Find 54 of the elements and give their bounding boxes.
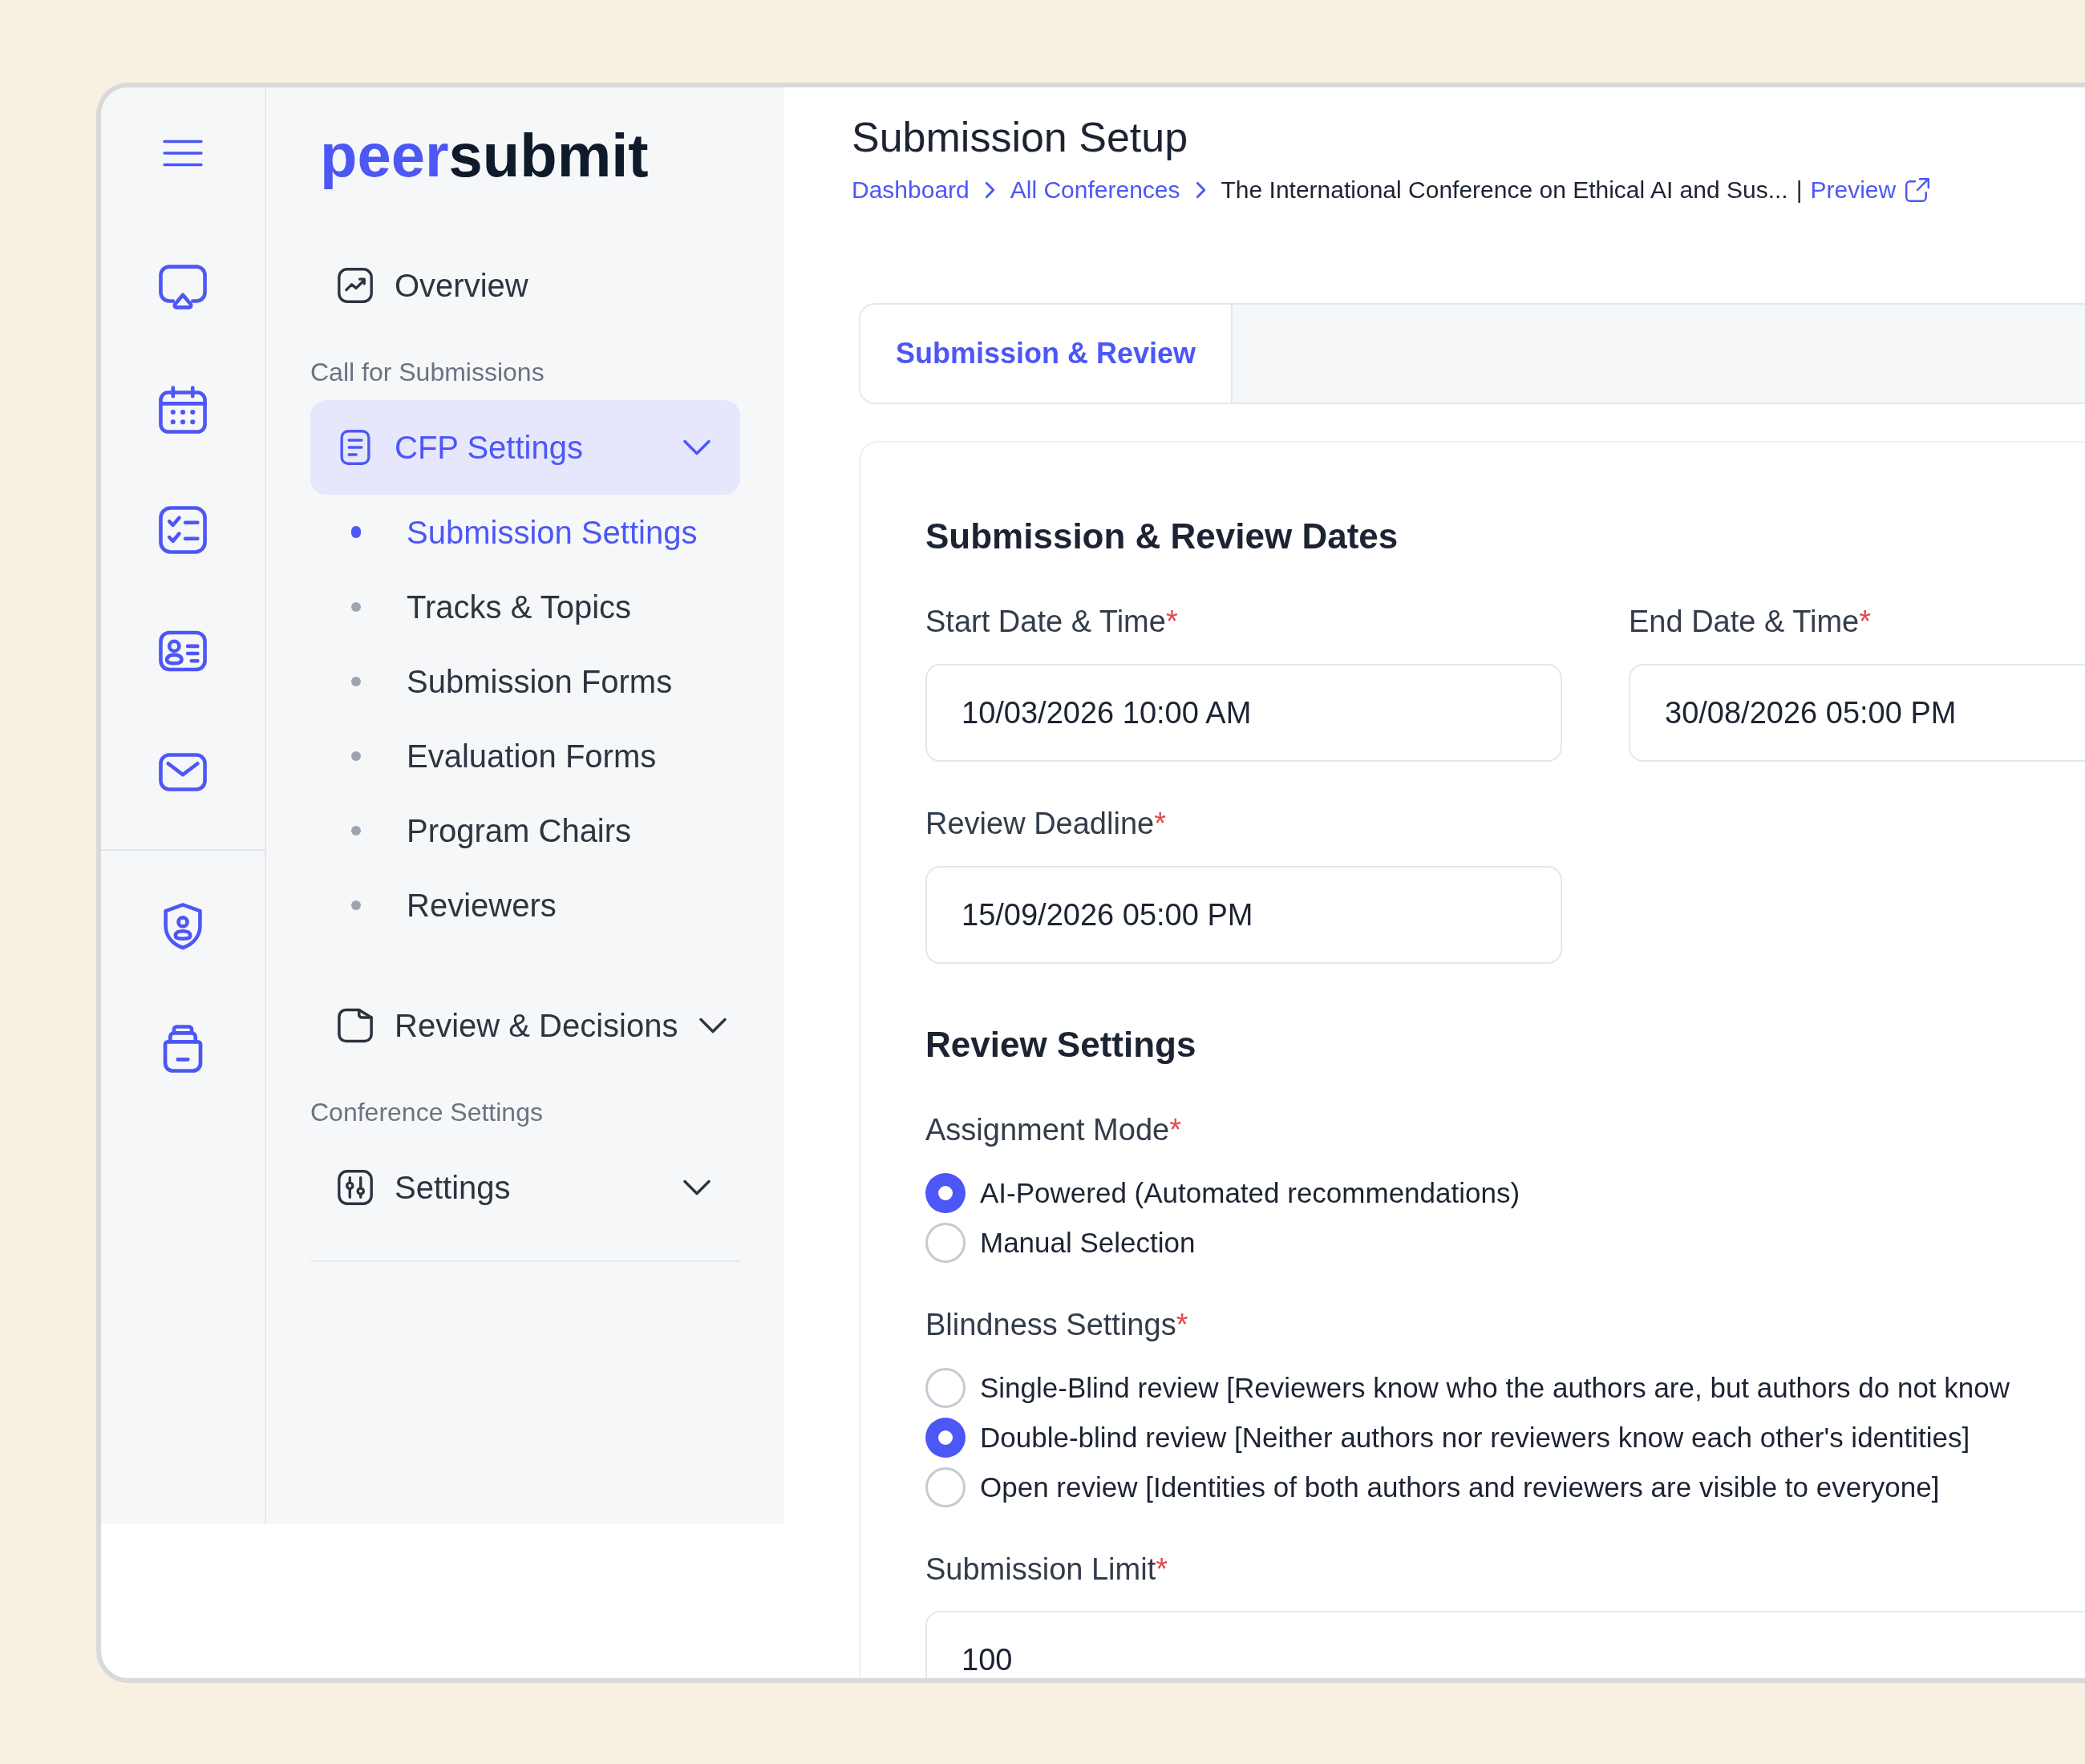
nav-group[interactable]: Review & Decisions [310,978,740,1073]
field-label: Start Date & Time* [925,604,1178,640]
submenu-item[interactable]: Reviewers [310,868,557,942]
field-label: End Date & Time* [1629,604,1872,640]
radio-button[interactable] [925,1467,966,1507]
file-icon[interactable] [338,1008,373,1043]
submenu-item[interactable]: Evaluation Forms [310,718,657,793]
chevron-down-icon[interactable] [699,1018,727,1034]
sliders-icon[interactable] [338,1170,373,1205]
chevron-right-icon[interactable] [985,181,994,198]
submenu-item[interactable]: Tracks & Topics [310,569,632,644]
radio-button[interactable] [925,1173,966,1213]
chevron-right-icon[interactable] [1196,181,1205,198]
text-input[interactable]: 30/08/2026 05:00 PM [1629,664,2085,762]
tab[interactable]: Submission & Review [860,305,1233,403]
submenu-item[interactable]: Program Chairs [310,793,632,868]
option-label: AI-Powered (Automated recommendations) [980,1176,1520,1210]
submenu-item[interactable]: Submission Settings [310,495,698,569]
preview-link[interactable]: Preview [1810,173,1897,206]
screen-icon[interactable] [159,263,207,311]
nav-item[interactable]: Overview [310,238,740,333]
page-title: Submission Setup [852,113,1188,162]
option-label: Single-Blind review [Reviewers know who the authors are, but authors do not know [980,1371,2010,1405]
checklist-icon[interactable] [159,506,207,554]
nav-group[interactable]: Settings [310,1140,740,1235]
field-label: Assignment Mode* [925,1112,1181,1148]
radio-button[interactable] [925,1368,966,1408]
chevron-down-icon[interactable] [683,1179,711,1196]
section-title: Review Settings [925,1024,1196,1066]
breadcrumb-link[interactable]: Dashboard [852,173,970,206]
option-label: Double-blind review [Neither authors nor reviewers know each other's identities] [980,1421,1970,1454]
section-heading: Call for Submissions [310,357,545,387]
option-label: Open review [Identities of both authors and reviewers are visible to everyone] [980,1471,1940,1504]
field-label: Review Deadline* [925,806,1166,842]
option-label: Manual Selection [980,1226,1196,1260]
submenu-item[interactable]: Submission Forms [310,644,673,718]
calendar-icon[interactable] [159,386,207,434]
document-icon[interactable] [338,430,373,465]
breadcrumb-separator: | [1796,176,1803,204]
chart-icon[interactable] [338,268,373,303]
radio-button[interactable] [925,1223,966,1263]
breadcrumb-current: The International Conference on Ethical AI and Sus... [1221,176,1788,204]
breadcrumb-link[interactable]: All Conferences [1010,173,1180,206]
section-heading: Conference Settings [310,1097,543,1127]
number-input[interactable]: 100 [925,1611,2085,1678]
field-label: Submission Limit* [925,1552,1168,1588]
external-link-icon[interactable] [1905,177,1930,202]
radio-button[interactable] [925,1418,966,1458]
nav-group[interactable]: CFP Settings [310,400,740,495]
section-title: Submission & Review Dates [925,516,1399,557]
text-input[interactable]: 15/09/2026 05:00 PM [925,866,1562,964]
menu-icon[interactable] [163,139,203,168]
text-input[interactable]: 10/03/2026 10:00 AM [925,664,1562,762]
field-label: Blindness Settings* [925,1307,1188,1343]
